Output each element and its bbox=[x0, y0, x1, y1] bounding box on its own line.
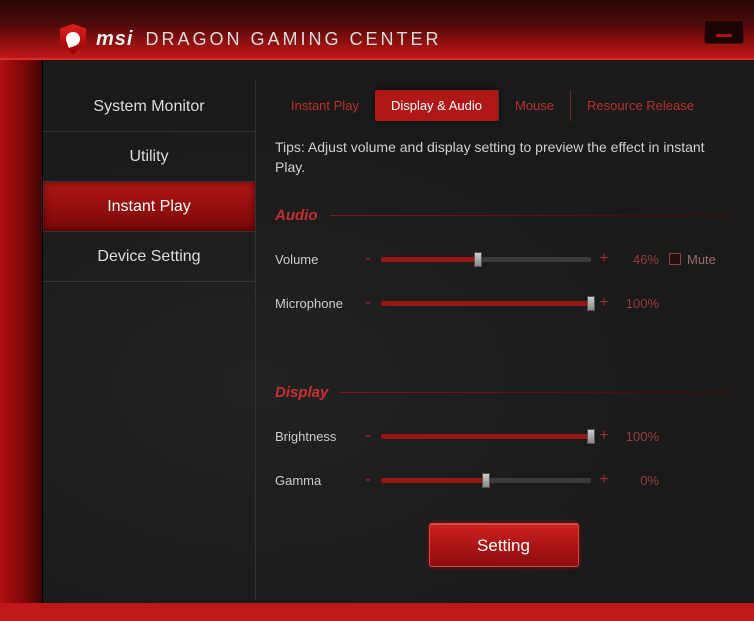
gamma-plus-button[interactable]: + bbox=[597, 471, 611, 489]
mute-label: Mute bbox=[687, 252, 716, 267]
volume-value: 46% bbox=[611, 252, 659, 267]
display-section-header: Display bbox=[275, 384, 732, 401]
section-divider bbox=[330, 215, 733, 216]
tab-resource-release[interactable]: Resource Release bbox=[570, 90, 710, 121]
sidebar: System Monitor Utility Instant Play Devi… bbox=[43, 82, 255, 282]
msi-shield-icon bbox=[60, 24, 86, 54]
app-title: DRAGON GAMING CENTER bbox=[145, 29, 441, 50]
bottom-frame bbox=[0, 603, 754, 621]
tab-mouse[interactable]: Mouse bbox=[498, 90, 570, 121]
gamma-value: 0% bbox=[611, 473, 659, 488]
brightness-row: Brightness - + 100% bbox=[275, 419, 732, 453]
tab-instant-play[interactable]: Instant Play bbox=[275, 90, 375, 121]
microphone-slider[interactable] bbox=[381, 298, 591, 308]
section-divider bbox=[340, 392, 732, 393]
audio-section-title: Audio bbox=[275, 207, 318, 224]
microphone-row: Microphone - + 100% bbox=[275, 286, 732, 320]
gamma-minus-button[interactable]: - bbox=[361, 471, 375, 489]
title-bar: msi DRAGON GAMING CENTER bbox=[60, 24, 441, 54]
sidebar-item-instant-play[interactable]: Instant Play bbox=[43, 182, 255, 232]
sidebar-item-device-setting[interactable]: Device Setting bbox=[43, 232, 255, 282]
left-frame bbox=[0, 60, 42, 621]
volume-slider[interactable] bbox=[381, 254, 591, 264]
volume-row: Volume - + 46% Mute bbox=[275, 242, 732, 276]
gamma-row: Gamma - + 0% bbox=[275, 463, 732, 497]
volume-label: Volume bbox=[275, 252, 361, 267]
microphone-value: 100% bbox=[611, 296, 659, 311]
brightness-value: 100% bbox=[611, 429, 659, 444]
sidebar-divider bbox=[255, 80, 256, 600]
main-panel: System Monitor Utility Instant Play Devi… bbox=[42, 60, 754, 603]
sidebar-item-system-monitor[interactable]: System Monitor bbox=[43, 82, 255, 132]
microphone-label: Microphone bbox=[275, 296, 361, 311]
minimize-icon bbox=[716, 34, 732, 37]
microphone-minus-button[interactable]: - bbox=[361, 294, 375, 312]
brightness-plus-button[interactable]: + bbox=[597, 427, 611, 445]
gamma-label: Gamma bbox=[275, 473, 361, 488]
mute-checkbox[interactable] bbox=[669, 253, 681, 265]
volume-minus-button[interactable]: - bbox=[361, 250, 375, 268]
brightness-label: Brightness bbox=[275, 429, 361, 444]
setting-button[interactable]: Setting bbox=[429, 523, 579, 567]
audio-section-header: Audio bbox=[275, 207, 732, 224]
minimize-button[interactable] bbox=[704, 20, 744, 44]
content-area: Tips: Adjust volume and display setting … bbox=[275, 138, 732, 593]
brightness-minus-button[interactable]: - bbox=[361, 427, 375, 445]
brand-logo: msi bbox=[96, 28, 133, 51]
sidebar-item-utility[interactable]: Utility bbox=[43, 132, 255, 182]
tab-display-audio[interactable]: Display & Audio bbox=[375, 90, 498, 121]
volume-plus-button[interactable]: + bbox=[597, 250, 611, 268]
brightness-slider[interactable] bbox=[381, 431, 591, 441]
tab-bar: Instant Play Display & Audio Mouse Resou… bbox=[275, 90, 744, 121]
tips-text: Tips: Adjust volume and display setting … bbox=[275, 138, 732, 177]
microphone-plus-button[interactable]: + bbox=[597, 294, 611, 312]
gamma-slider[interactable] bbox=[381, 475, 591, 485]
display-section-title: Display bbox=[275, 384, 328, 401]
